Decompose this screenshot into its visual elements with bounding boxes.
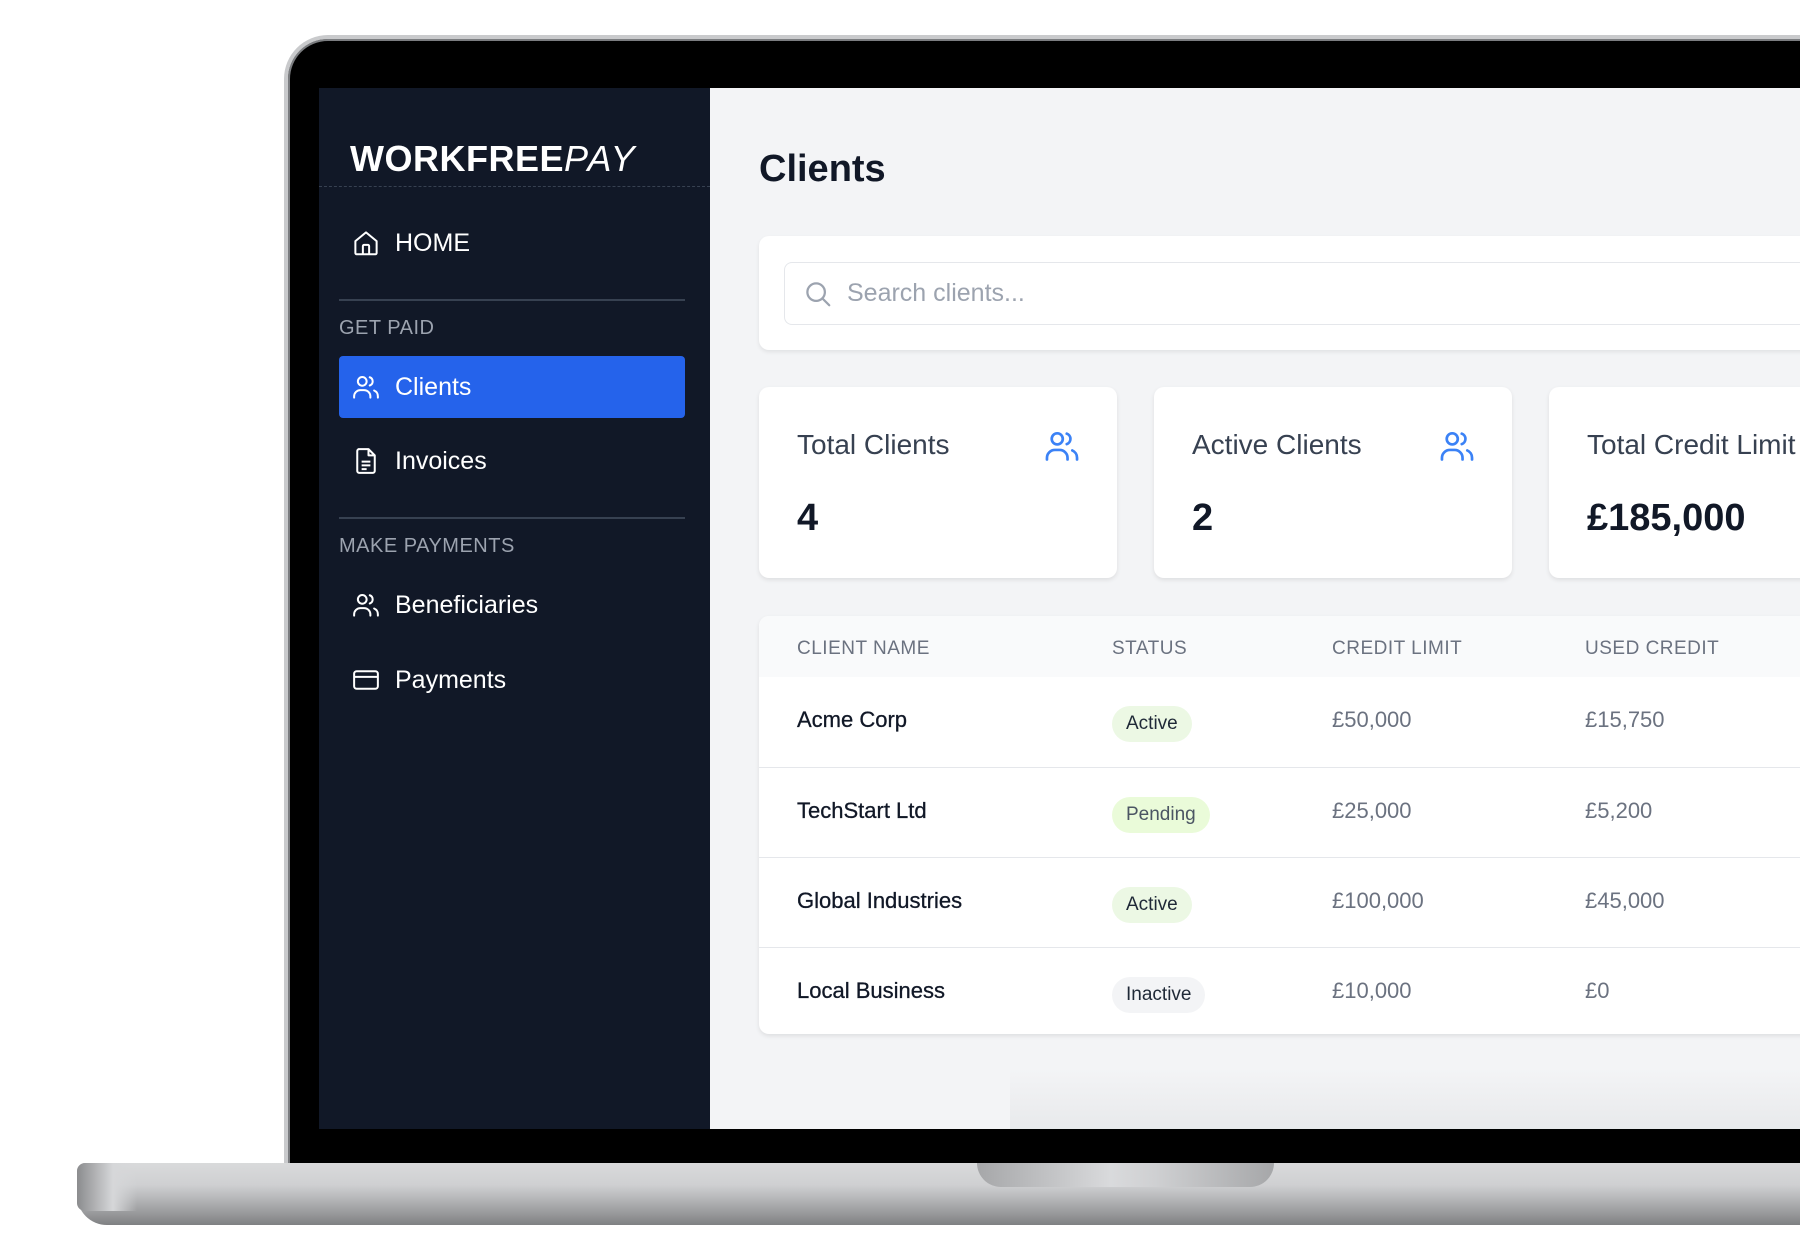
search-icon [806,281,831,306]
search-input[interactable] [847,279,1447,308]
sidebar-item-label: Payments [395,665,507,694]
laptop-mockup: WORKFREEPAY HOME GET PAID Clients Invoic… [0,0,1800,1256]
credit-limit: £10,000 [1332,978,1412,1003]
used-credit: £0 [1585,978,1610,1003]
document-icon [356,448,376,474]
users-icon [353,376,379,399]
sidebar-item-label: HOME [395,228,470,257]
search-card [759,236,1800,350]
column-header-status[interactable]: STATUS [1112,638,1187,660]
app-screen: WORKFREEPAY HOME GET PAID Clients Invoic… [319,88,1800,1129]
stat-value: 2 [1192,497,1214,539]
users-icon [353,594,379,617]
client-name: Local Business [797,978,945,1003]
sidebar-item-home[interactable]: HOME [339,212,685,274]
search-field[interactable] [784,262,1800,325]
used-credit: £45,000 [1585,888,1665,913]
status-badge: Active [1112,706,1192,742]
column-header-client-name[interactable]: CLIENT NAME [797,638,930,660]
used-credit: £5,200 [1585,798,1653,823]
status-badge: Inactive [1112,977,1206,1013]
brand-name-light: PAY [564,138,637,179]
credit-limit: £25,000 [1332,798,1412,823]
stat-value: £185,000 [1587,497,1746,539]
nav-section-make-payments: MAKE PAYMENTS [339,535,515,557]
laptop-hinge-notch [977,1163,1274,1187]
status-badge: Pending [1112,797,1210,833]
client-name: Acme Corp [797,707,908,732]
column-header-credit-limit[interactable]: CREDIT LIMIT [1332,638,1462,660]
laptop-base [77,1163,1800,1225]
sidebar-item-payments[interactable]: Payments [339,649,685,711]
page-title: Clients [759,148,886,190]
used-credit: £15,750 [1585,707,1665,732]
table-row[interactable]: TechStart Ltd Pending £25,000 £5,200 [759,767,1800,857]
users-icon [1045,431,1079,461]
sidebar-item-clients[interactable]: Clients [339,356,685,418]
stat-card-total-credit-limit: Total Credit Limit £185,000 [1549,387,1800,578]
table-row[interactable]: Local Business Inactive £10,000 £0 [759,947,1800,1034]
credit-card-icon [353,670,379,690]
stat-value: 4 [797,497,819,539]
credit-limit: £100,000 [1332,888,1424,913]
client-name: TechStart Ltd [797,798,927,823]
stat-card-active-clients: Active Clients 2 [1154,387,1512,578]
clients-table: CLIENT NAME STATUS CREDIT LIMIT USED CRE… [759,616,1800,1034]
nav-divider [339,517,685,519]
table-row[interactable]: Global Industries Active £100,000 £45,00… [759,857,1800,947]
screen-glare [1010,1069,1800,1129]
home-icon [354,231,378,256]
nav-divider [339,299,685,301]
main-content: Clients Total Clients [710,88,1800,1129]
stat-label: Total Credit Limit [1587,429,1796,460]
sidebar-item-invoices[interactable]: Invoices [339,430,685,492]
brand-name-bold: WORKFREE [350,138,564,179]
brand-logo[interactable]: WORKFREEPAY [350,138,637,180]
column-header-used-credit[interactable]: USED CREDIT [1585,638,1719,660]
sidebar-item-label: Beneficiaries [395,590,539,619]
table-row[interactable]: Acme Corp Active £50,000 £15,750 [759,677,1800,767]
sidebar-item-label: Invoices [395,446,487,475]
users-icon [1440,431,1474,461]
status-badge: Active [1112,887,1192,923]
stat-label: Total Clients [797,429,950,460]
stat-label: Active Clients [1192,429,1362,460]
table-header: CLIENT NAME STATUS CREDIT LIMIT USED CRE… [759,616,1800,677]
sidebar-item-beneficiaries[interactable]: Beneficiaries [339,574,685,636]
sidebar: WORKFREEPAY HOME GET PAID Clients Invoic… [319,88,710,1129]
logo-divider [319,186,710,187]
stat-card-total-clients: Total Clients 4 [759,387,1117,578]
credit-limit: £50,000 [1332,707,1412,732]
sidebar-item-label: Clients [395,372,472,401]
client-name: Global Industries [797,888,963,913]
nav-section-get-paid: GET PAID [339,317,435,339]
